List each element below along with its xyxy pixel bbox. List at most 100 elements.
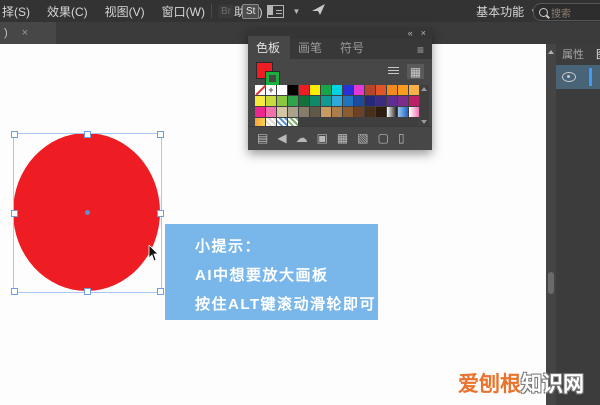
selection-handle[interactable]: [84, 131, 91, 138]
swatch[interactable]: [266, 107, 276, 117]
swatch[interactable]: [409, 96, 419, 106]
layer-selection-bar: [589, 68, 592, 86]
swatch[interactable]: [409, 85, 419, 95]
swatch[interactable]: [332, 85, 342, 95]
visibility-eye-icon[interactable]: [562, 72, 576, 82]
delete-swatch-icon[interactable]: ▯: [398, 132, 405, 144]
swatch[interactable]: [321, 85, 331, 95]
right-panel-tab-0[interactable]: 属性: [562, 46, 584, 62]
selection-handle[interactable]: [11, 288, 18, 295]
swatch[interactable]: [277, 85, 287, 95]
stock-button[interactable]: St: [242, 3, 260, 19]
swatch[interactable]: [332, 107, 342, 117]
share-icon[interactable]: [312, 3, 326, 19]
selection-handle[interactable]: [157, 210, 164, 217]
selection-handle[interactable]: [157, 131, 164, 138]
swatch-options-icon[interactable]: ▣: [317, 132, 328, 144]
swatch-kinds-icon[interactable]: ◀: [277, 132, 286, 144]
swatch[interactable]: [277, 96, 287, 106]
swatch[interactable]: [354, 107, 364, 117]
grid-view-button[interactable]: ▦: [407, 64, 424, 79]
panel-menu-icon[interactable]: ≡: [417, 43, 424, 57]
close-icon[interactable]: ×: [421, 29, 426, 38]
bridge-button[interactable]: Br: [218, 4, 234, 18]
layer-row[interactable]: [556, 65, 600, 89]
search-box[interactable]: 搜索: [533, 3, 600, 21]
swatch[interactable]: [288, 96, 298, 106]
swatch[interactable]: [387, 96, 397, 106]
vertical-scrollbar[interactable]: [546, 44, 556, 405]
swatch[interactable]: [310, 96, 320, 106]
right-panel-tab-1[interactable]: 图层: [596, 46, 600, 62]
swatch[interactable]: [255, 85, 265, 95]
swatch[interactable]: [376, 85, 386, 95]
swatch[interactable]: [299, 96, 309, 106]
swatch[interactable]: [354, 85, 364, 95]
view-buttons: ▦: [385, 64, 424, 79]
swatch[interactable]: +: [266, 85, 276, 95]
swatch[interactable]: [332, 96, 342, 106]
panel-tab-2[interactable]: 符号: [332, 36, 374, 59]
panel-tab-1[interactable]: 画笔: [290, 36, 332, 59]
swatch[interactable]: [255, 118, 265, 126]
collapse-icon[interactable]: «: [408, 29, 413, 38]
new-swatch-icon[interactable]: ▢: [378, 132, 389, 144]
swatch[interactable]: [409, 107, 419, 117]
scroll-up-icon[interactable]: [421, 87, 427, 91]
selection-handle[interactable]: [11, 210, 18, 217]
scroll-down-icon[interactable]: [421, 120, 427, 124]
swatch[interactable]: [387, 85, 397, 95]
swatch[interactable]: [365, 96, 375, 106]
chevron-down-icon[interactable]: ▼: [292, 7, 300, 16]
arrange-documents-icon[interactable]: [267, 4, 285, 18]
swatch[interactable]: [398, 85, 408, 95]
close-icon[interactable]: ×: [22, 27, 28, 39]
stroke-swatch[interactable]: [265, 71, 280, 86]
swatch[interactable]: [387, 107, 397, 117]
new-color-group-icon[interactable]: ▧: [357, 132, 368, 144]
swatch[interactable]: [299, 107, 309, 117]
swatch[interactable]: [376, 107, 386, 117]
scroll-up-icon[interactable]: [548, 50, 554, 54]
color-themes-icon[interactable]: ☁: [296, 132, 308, 144]
scrollbar-thumb[interactable]: [548, 272, 554, 294]
swatch[interactable]: [365, 85, 375, 95]
swatch[interactable]: [299, 85, 309, 95]
swatch[interactable]: [343, 96, 353, 106]
swatch[interactable]: [343, 85, 353, 95]
swatch[interactable]: [266, 118, 276, 126]
swatch[interactable]: [398, 107, 408, 117]
swatch[interactable]: [277, 118, 287, 126]
swatch[interactable]: [343, 107, 353, 117]
panel-tab-0[interactable]: 色板: [248, 36, 291, 59]
swatch[interactable]: [321, 107, 331, 117]
selection-handle[interactable]: [157, 288, 164, 295]
selection-handle[interactable]: [11, 131, 18, 138]
swatch[interactable]: [354, 96, 364, 106]
menu-item-0[interactable]: 择(S): [2, 3, 30, 20]
swatch[interactable]: [376, 96, 386, 106]
menu-item-3[interactable]: 窗口(W): [162, 3, 205, 20]
selection-handle[interactable]: [84, 288, 91, 295]
menu-item-2[interactable]: 视图(V): [105, 3, 145, 20]
site-watermark: 爱刨根知识网: [458, 368, 584, 398]
swatch-libraries-icon[interactable]: ▤: [257, 132, 268, 144]
swatch[interactable]: [255, 107, 265, 117]
swatch[interactable]: [321, 96, 331, 106]
swatch[interactable]: [310, 85, 320, 95]
swatch[interactable]: [288, 85, 298, 95]
swatch[interactable]: [288, 118, 298, 126]
swatch[interactable]: [365, 107, 375, 117]
menu-item-1[interactable]: 效果(C): [47, 3, 88, 20]
swatch[interactable]: [255, 96, 265, 106]
swatch[interactable]: [310, 107, 320, 117]
swatch[interactable]: [277, 107, 287, 117]
swatch[interactable]: [288, 107, 298, 117]
workspace-switcher[interactable]: 基本功能 ▼: [476, 0, 538, 22]
color-table-icon[interactable]: ▦: [337, 132, 348, 144]
list-view-button[interactable]: [385, 64, 402, 79]
swatch[interactable]: [266, 96, 276, 106]
swatch-scrollbar[interactable]: [420, 85, 429, 126]
document-tab[interactable]: ) ×: [0, 22, 56, 44]
swatch[interactable]: [398, 96, 408, 106]
